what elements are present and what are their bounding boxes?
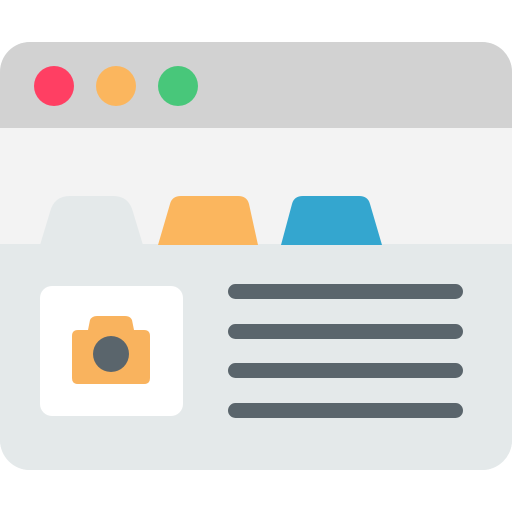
text-line	[228, 284, 463, 299]
image-thumbnail[interactable]	[40, 286, 183, 416]
text-line	[228, 363, 463, 378]
tab-orange[interactable]	[158, 196, 258, 245]
tab-active[interactable]	[26, 196, 160, 246]
tab-blue[interactable]	[281, 196, 382, 245]
text-line	[228, 403, 463, 418]
camera-icon	[72, 316, 150, 384]
text-line	[228, 324, 463, 339]
